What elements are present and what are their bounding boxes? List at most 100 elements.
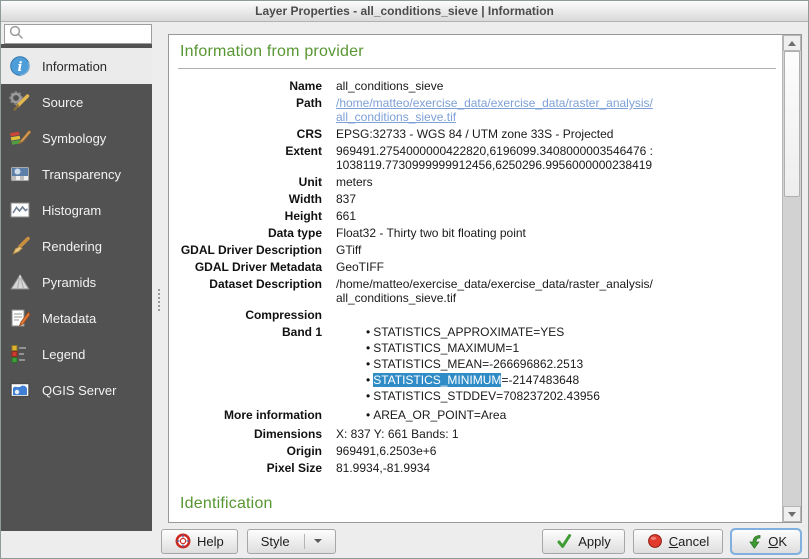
ok-arrow-icon [745, 533, 762, 550]
nav-item-pyramids[interactable]: Pyramids [1, 264, 152, 300]
apply-button[interactable]: Apply [542, 529, 625, 554]
nav-item-label: QGIS Server [42, 383, 116, 398]
row-value [336, 308, 780, 322]
table-row: Origin969491,6.2503e+6 [176, 444, 780, 458]
row-label: More information [176, 408, 336, 424]
nav-item-transparency[interactable]: Transparency [1, 156, 152, 192]
help-icon [175, 533, 191, 549]
row-label: Band 1 [176, 325, 336, 405]
nav-item-label: Symbology [42, 131, 106, 146]
row-value: STATISTICS_APPROXIMATE=YES STATISTICS_MA… [336, 325, 780, 405]
row-label: Height [176, 209, 336, 223]
nav-item-label: Legend [42, 347, 85, 362]
metadata-icon [8, 306, 32, 330]
row-value: 837 [336, 192, 780, 206]
table-row: More information AREA_OR_POINT=Area [176, 408, 780, 424]
table-row: CRSEPSG:32733 - WGS 84 / UTM zone 33S - … [176, 127, 780, 141]
table-row: Data typeFloat32 - Thirty two bit floati… [176, 226, 780, 240]
chevron-down-icon [314, 539, 322, 543]
row-value: 81.9934,-81.9934 [336, 461, 780, 475]
table-row: GDAL Driver MetadataGeoTIFF [176, 260, 780, 274]
help-button[interactable]: Help [161, 529, 238, 554]
ok-button[interactable]: OK [731, 529, 801, 554]
row-label: Path [176, 96, 336, 124]
section-title-provider: Information from provider [180, 43, 780, 61]
scrollbar-thumb[interactable] [784, 51, 800, 197]
cancel-button-label: Cancel [669, 534, 709, 549]
nav-item-rendering[interactable]: Rendering [1, 228, 152, 264]
search-input[interactable] [24, 26, 151, 42]
row-value: Float32 - Thirty two bit floating point [336, 226, 780, 240]
pyramids-icon [8, 270, 32, 294]
row-value: all_conditions_sieve [336, 79, 780, 93]
list-item: STATISTICS_MAXIMUM=1 [366, 341, 780, 355]
row-label: Extent [176, 144, 336, 172]
table-row: Unitmeters [176, 175, 780, 189]
nav-item-histogram[interactable]: Histogram [1, 192, 152, 228]
list-item: STATISTICS_MINIMUM=-2147483648 [366, 373, 780, 387]
row-label: GDAL Driver Metadata [176, 260, 336, 274]
table-row: Dataset Description/home/matteo/exercise… [176, 277, 780, 305]
section-divider [178, 68, 776, 69]
list-item: STATISTICS_MEAN=-266696862.2513 [366, 357, 780, 371]
row-value: /home/matteo/exercise_data/exercise_data… [336, 277, 780, 305]
scroll-down-button[interactable] [783, 506, 801, 522]
nav-item-qgis-server[interactable]: QGIS Server [1, 372, 152, 408]
table-row: Height661 [176, 209, 780, 223]
source-icon [8, 90, 32, 114]
row-label: GDAL Driver Description [176, 243, 336, 257]
information-icon: i [8, 54, 32, 78]
more-information-list: AREA_OR_POINT=Area [336, 408, 780, 422]
path-link[interactable]: /home/matteo/exercise_data/exercise_data… [336, 96, 780, 124]
ok-button-label: OK [768, 534, 787, 549]
nav-item-label: Transparency [42, 167, 121, 182]
row-label: Dimensions [176, 427, 336, 441]
dialog-button-box: Help Style Apply Cancel [1, 527, 808, 558]
vertical-scrollbar[interactable] [782, 35, 801, 522]
section-title-identification: Identification [180, 495, 780, 513]
qgis-server-icon [8, 378, 32, 402]
cancel-button[interactable]: Cancel [633, 529, 723, 554]
nav-item-metadata[interactable]: Metadata [1, 300, 152, 336]
row-value: AREA_OR_POINT=Area [336, 408, 780, 424]
histogram-icon [8, 198, 32, 222]
nav-item-label: Source [42, 95, 83, 110]
table-row: DimensionsX: 837 Y: 661 Bands: 1 [176, 427, 780, 441]
nav-item-source[interactable]: Source [1, 84, 152, 120]
cancel-icon [647, 533, 663, 549]
row-label: Pixel Size [176, 461, 336, 475]
information-panel: Information from provider Nameall_condit… [168, 34, 802, 523]
nav-item-label: Pyramids [42, 275, 96, 290]
row-value: GeoTIFF [336, 260, 780, 274]
nav-item-label: Information [42, 59, 107, 74]
table-row: Path/home/matteo/exercise_data/exercise_… [176, 96, 780, 124]
arrow-down-icon [788, 512, 796, 517]
table-row: Extent969491.2754000000422820,6196099.34… [176, 144, 780, 172]
provider-info-table: Nameall_conditions_sieve Path/home/matte… [176, 79, 780, 475]
nav-item-information[interactable]: i Information [1, 48, 152, 84]
information-content: Information from provider Nameall_condit… [169, 35, 782, 522]
action-buttons-group: Apply Cancel OK [542, 529, 801, 554]
scroll-up-button[interactable] [783, 35, 801, 51]
row-value: X: 837 Y: 661 Bands: 1 [336, 427, 780, 441]
svg-text:i: i [18, 60, 23, 75]
row-value: /home/matteo/exercise_data/exercise_data… [336, 96, 780, 124]
row-label: Unit [176, 175, 336, 189]
style-button-label: Style [261, 534, 290, 549]
button-separator [304, 534, 305, 549]
list-item: STATISTICS_STDDEV=708237202.43956 [366, 389, 780, 403]
window-title: Layer Properties - all_conditions_sieve … [255, 4, 554, 18]
transparency-icon [8, 162, 32, 186]
nav-item-symbology[interactable]: Symbology [1, 120, 152, 156]
nav-item-label: Histogram [42, 203, 101, 218]
list-item: AREA_OR_POINT=Area [366, 408, 780, 422]
row-label: Dataset Description [176, 277, 336, 305]
nav-item-legend[interactable]: Legend [1, 336, 152, 372]
band1-statistics-list: STATISTICS_APPROXIMATE=YES STATISTICS_MA… [336, 325, 780, 403]
sidebar-splitter-handle[interactable] [158, 289, 160, 311]
list-item: STATISTICS_APPROXIMATE=YES [366, 325, 780, 339]
style-dropdown-button[interactable]: Style [247, 529, 336, 554]
row-label: Width [176, 192, 336, 206]
row-value: 969491,6.2503e+6 [336, 444, 780, 458]
table-row: GDAL Driver DescriptionGTiff [176, 243, 780, 257]
